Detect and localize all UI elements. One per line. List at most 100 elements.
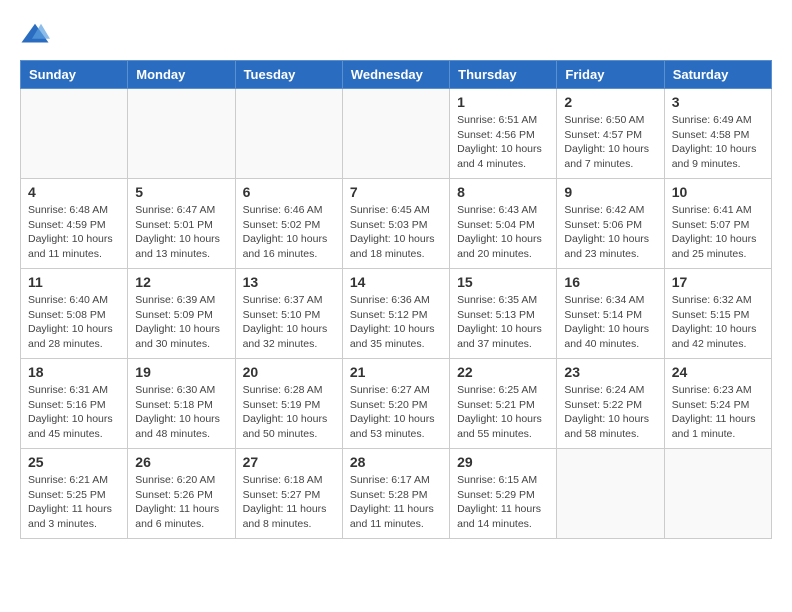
calendar-cell xyxy=(21,89,128,179)
day-info: Sunrise: 6:34 AM Sunset: 5:14 PM Dayligh… xyxy=(564,293,656,352)
day-info: Sunrise: 6:40 AM Sunset: 5:08 PM Dayligh… xyxy=(28,293,120,352)
calendar-cell: 17 Sunrise: 6:32 AM Sunset: 5:15 PM Dayli… xyxy=(664,269,771,359)
calendar-cell xyxy=(128,89,235,179)
day-info: Sunrise: 6:49 AM Sunset: 4:58 PM Dayligh… xyxy=(672,113,764,172)
calendar-cell: 14Sunrise: 6:36 AM Sunset: 5:12 PM Dayli… xyxy=(342,269,449,359)
day-info: Sunrise: 6:51 AM Sunset: 4:56 PM Dayligh… xyxy=(457,113,549,172)
day-number: 29 xyxy=(457,454,549,470)
day-number: 3 xyxy=(672,94,764,110)
calendar-cell: 3 Sunrise: 6:49 AM Sunset: 4:58 PM Daylig… xyxy=(664,89,771,179)
calendar-cell: 9 Sunrise: 6:42 AM Sunset: 5:06 PM Daylig… xyxy=(557,179,664,269)
day-info: Sunrise: 6:15 AM Sunset: 5:29 PM Dayligh… xyxy=(457,473,549,532)
calendar-cell: 6 Sunrise: 6:46 AM Sunset: 5:02 PM Daylig… xyxy=(235,179,342,269)
weekday-header-saturday: Saturday xyxy=(664,61,771,89)
logo-icon xyxy=(20,20,50,50)
header xyxy=(20,20,772,50)
calendar-cell xyxy=(557,449,664,539)
day-info: Sunrise: 6:17 AM Sunset: 5:28 PM Dayligh… xyxy=(350,473,442,532)
calendar-table: SundayMondayTuesdayWednesdayThursdayFrid… xyxy=(20,60,772,539)
day-number: 8 xyxy=(457,184,549,200)
day-number: 4 xyxy=(28,184,120,200)
day-number: 27 xyxy=(243,454,335,470)
calendar-cell: 19 Sunrise: 6:30 AM Sunset: 5:18 PM Dayli… xyxy=(128,359,235,449)
day-info: Sunrise: 6:41 AM Sunset: 5:07 PM Dayligh… xyxy=(672,203,764,262)
day-info: Sunrise: 6:39 AM Sunset: 5:09 PM Dayligh… xyxy=(135,293,227,352)
calendar-cell: 8 Sunrise: 6:43 AM Sunset: 5:04 PM Daylig… xyxy=(450,179,557,269)
day-info: Sunrise: 6:43 AM Sunset: 5:04 PM Dayligh… xyxy=(457,203,549,262)
calendar-cell: 5Sunrise: 6:47 AM Sunset: 5:01 PM Daylig… xyxy=(128,179,235,269)
day-number: 19 xyxy=(135,364,227,380)
calendar-cell: 1 Sunrise: 6:51 AM Sunset: 4:56 PM Daylig… xyxy=(450,89,557,179)
logo xyxy=(20,20,54,50)
calendar-cell: 23Sunrise: 6:24 AM Sunset: 5:22 PM Dayli… xyxy=(557,359,664,449)
calendar-cell: 10 Sunrise: 6:41 AM Sunset: 5:07 PM Dayli… xyxy=(664,179,771,269)
day-number: 10 xyxy=(672,184,764,200)
calendar-cell: 4 Sunrise: 6:48 AM Sunset: 4:59 PM Daylig… xyxy=(21,179,128,269)
calendar-cell: 16 Sunrise: 6:34 AM Sunset: 5:14 PM Dayli… xyxy=(557,269,664,359)
day-info: Sunrise: 6:21 AM Sunset: 5:25 PM Dayligh… xyxy=(28,473,120,532)
calendar-cell: 21 Sunrise: 6:27 AM Sunset: 5:20 PM Dayli… xyxy=(342,359,449,449)
calendar-cell: 29 Sunrise: 6:15 AM Sunset: 5:29 PM Dayli… xyxy=(450,449,557,539)
week-row-3: 11 Sunrise: 6:40 AM Sunset: 5:08 PM Dayli… xyxy=(21,269,772,359)
day-info: Sunrise: 6:46 AM Sunset: 5:02 PM Dayligh… xyxy=(243,203,335,262)
day-number: 22 xyxy=(457,364,549,380)
day-info: Sunrise: 6:23 AM Sunset: 5:24 PM Dayligh… xyxy=(672,383,764,442)
day-number: 26 xyxy=(135,454,227,470)
day-number: 21 xyxy=(350,364,442,380)
day-info: Sunrise: 6:37 AM Sunset: 5:10 PM Dayligh… xyxy=(243,293,335,352)
week-row-2: 4 Sunrise: 6:48 AM Sunset: 4:59 PM Daylig… xyxy=(21,179,772,269)
weekday-header-sunday: Sunday xyxy=(21,61,128,89)
day-info: Sunrise: 6:35 AM Sunset: 5:13 PM Dayligh… xyxy=(457,293,549,352)
day-number: 5 xyxy=(135,184,227,200)
day-info: Sunrise: 6:45 AM Sunset: 5:03 PM Dayligh… xyxy=(350,203,442,262)
day-number: 2 xyxy=(564,94,656,110)
calendar-cell: 13Sunrise: 6:37 AM Sunset: 5:10 PM Dayli… xyxy=(235,269,342,359)
weekday-header-wednesday: Wednesday xyxy=(342,61,449,89)
day-number: 18 xyxy=(28,364,120,380)
weekday-header-monday: Monday xyxy=(128,61,235,89)
day-number: 6 xyxy=(243,184,335,200)
day-number: 11 xyxy=(28,274,120,290)
calendar-cell xyxy=(664,449,771,539)
day-info: Sunrise: 6:27 AM Sunset: 5:20 PM Dayligh… xyxy=(350,383,442,442)
day-number: 28 xyxy=(350,454,442,470)
day-info: Sunrise: 6:18 AM Sunset: 5:27 PM Dayligh… xyxy=(243,473,335,532)
weekday-header-thursday: Thursday xyxy=(450,61,557,89)
day-number: 9 xyxy=(564,184,656,200)
day-number: 16 xyxy=(564,274,656,290)
day-info: Sunrise: 6:48 AM Sunset: 4:59 PM Dayligh… xyxy=(28,203,120,262)
day-number: 17 xyxy=(672,274,764,290)
day-info: Sunrise: 6:25 AM Sunset: 5:21 PM Dayligh… xyxy=(457,383,549,442)
day-number: 7 xyxy=(350,184,442,200)
calendar-cell: 24 Sunrise: 6:23 AM Sunset: 5:24 PM Dayli… xyxy=(664,359,771,449)
day-number: 24 xyxy=(672,364,764,380)
week-row-5: 25 Sunrise: 6:21 AM Sunset: 5:25 PM Dayli… xyxy=(21,449,772,539)
calendar-cell: 7 Sunrise: 6:45 AM Sunset: 5:03 PM Daylig… xyxy=(342,179,449,269)
day-number: 25 xyxy=(28,454,120,470)
day-info: Sunrise: 6:31 AM Sunset: 5:16 PM Dayligh… xyxy=(28,383,120,442)
day-info: Sunrise: 6:32 AM Sunset: 5:15 PM Dayligh… xyxy=(672,293,764,352)
calendar-cell: 15 Sunrise: 6:35 AM Sunset: 5:13 PM Dayli… xyxy=(450,269,557,359)
day-number: 14 xyxy=(350,274,442,290)
calendar-cell: 25 Sunrise: 6:21 AM Sunset: 5:25 PM Dayli… xyxy=(21,449,128,539)
day-info: Sunrise: 6:30 AM Sunset: 5:18 PM Dayligh… xyxy=(135,383,227,442)
weekday-header-tuesday: Tuesday xyxy=(235,61,342,89)
day-info: Sunrise: 6:50 AM Sunset: 4:57 PM Dayligh… xyxy=(564,113,656,172)
day-number: 23 xyxy=(564,364,656,380)
calendar-cell: 22 Sunrise: 6:25 AM Sunset: 5:21 PM Dayli… xyxy=(450,359,557,449)
day-number: 1 xyxy=(457,94,549,110)
day-info: Sunrise: 6:28 AM Sunset: 5:19 PM Dayligh… xyxy=(243,383,335,442)
calendar-cell: 2 Sunrise: 6:50 AM Sunset: 4:57 PM Daylig… xyxy=(557,89,664,179)
weekday-header-friday: Friday xyxy=(557,61,664,89)
day-number: 12 xyxy=(135,274,227,290)
calendar-cell: 20 Sunrise: 6:28 AM Sunset: 5:19 PM Dayli… xyxy=(235,359,342,449)
calendar-cell: 18 Sunrise: 6:31 AM Sunset: 5:16 PM Dayli… xyxy=(21,359,128,449)
day-number: 15 xyxy=(457,274,549,290)
calendar-cell: 11 Sunrise: 6:40 AM Sunset: 5:08 PM Dayli… xyxy=(21,269,128,359)
day-number: 20 xyxy=(243,364,335,380)
day-info: Sunrise: 6:42 AM Sunset: 5:06 PM Dayligh… xyxy=(564,203,656,262)
calendar-cell: 28 Sunrise: 6:17 AM Sunset: 5:28 PM Dayli… xyxy=(342,449,449,539)
calendar-cell: 26Sunrise: 6:20 AM Sunset: 5:26 PM Dayli… xyxy=(128,449,235,539)
calendar-cell xyxy=(342,89,449,179)
calendar-cell: 12 Sunrise: 6:39 AM Sunset: 5:09 PM Dayli… xyxy=(128,269,235,359)
